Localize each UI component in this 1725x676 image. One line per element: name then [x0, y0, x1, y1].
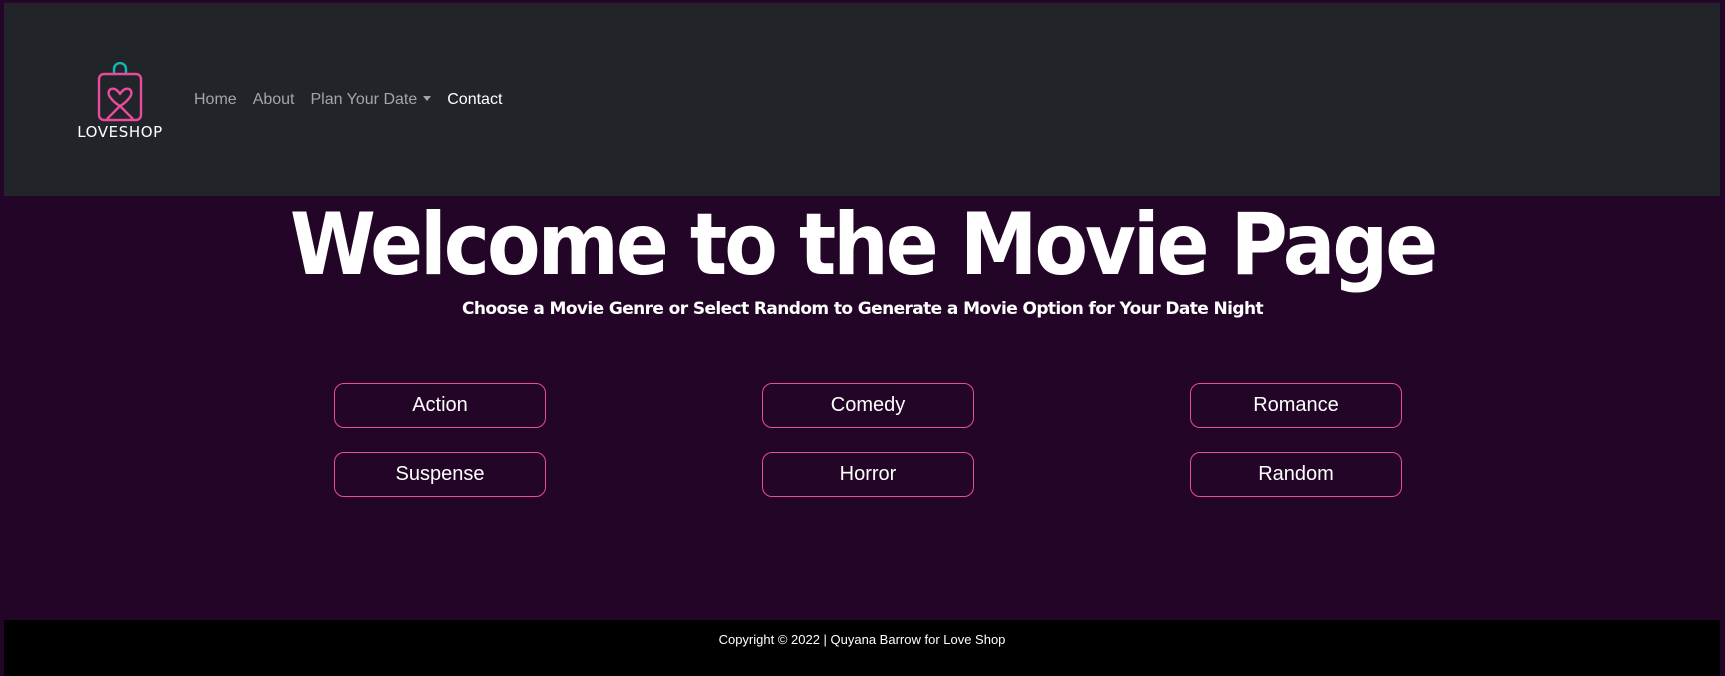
horror-button[interactable]: Horror: [762, 452, 974, 497]
brand-logo[interactable]: LOVESHOP: [68, 62, 172, 142]
caret-down-icon: [423, 96, 432, 101]
page-subtitle: Choose a Movie Genre or Select Random to…: [462, 299, 1264, 319]
nav-item-plan-your-date[interactable]: Plan Your Date: [311, 91, 432, 109]
navbar: LOVESHOP Home About Plan Your Date Conta…: [4, 2, 1720, 196]
footer: Copyright © 2022 | Quyana Barrow for Lov…: [4, 620, 1720, 676]
romance-button[interactable]: Romance: [1190, 383, 1402, 428]
random-button[interactable]: Random: [1190, 452, 1402, 497]
page: LOVESHOP Home About Plan Your Date Conta…: [0, 0, 1725, 676]
suspense-button[interactable]: Suspense: [334, 452, 546, 497]
action-button[interactable]: Action: [334, 383, 546, 428]
shopping-bag-heart-icon: [97, 62, 143, 122]
nav-item-about[interactable]: About: [253, 91, 295, 109]
copyright-text: Copyright © 2022 | Quyana Barrow for Lov…: [718, 632, 1006, 647]
page-title: Welcome to the Movie Page: [289, 196, 1438, 295]
nav-links: Home About Plan Your Date Contact: [194, 91, 518, 109]
brand-name: LOVESHOP: [77, 123, 163, 141]
comedy-button[interactable]: Comedy: [762, 383, 974, 428]
nav-item-home[interactable]: Home: [194, 91, 237, 109]
nav-item-contact[interactable]: Contact: [447, 91, 502, 109]
nav-item-plan-your-date-label: Plan Your Date: [310, 91, 418, 108]
